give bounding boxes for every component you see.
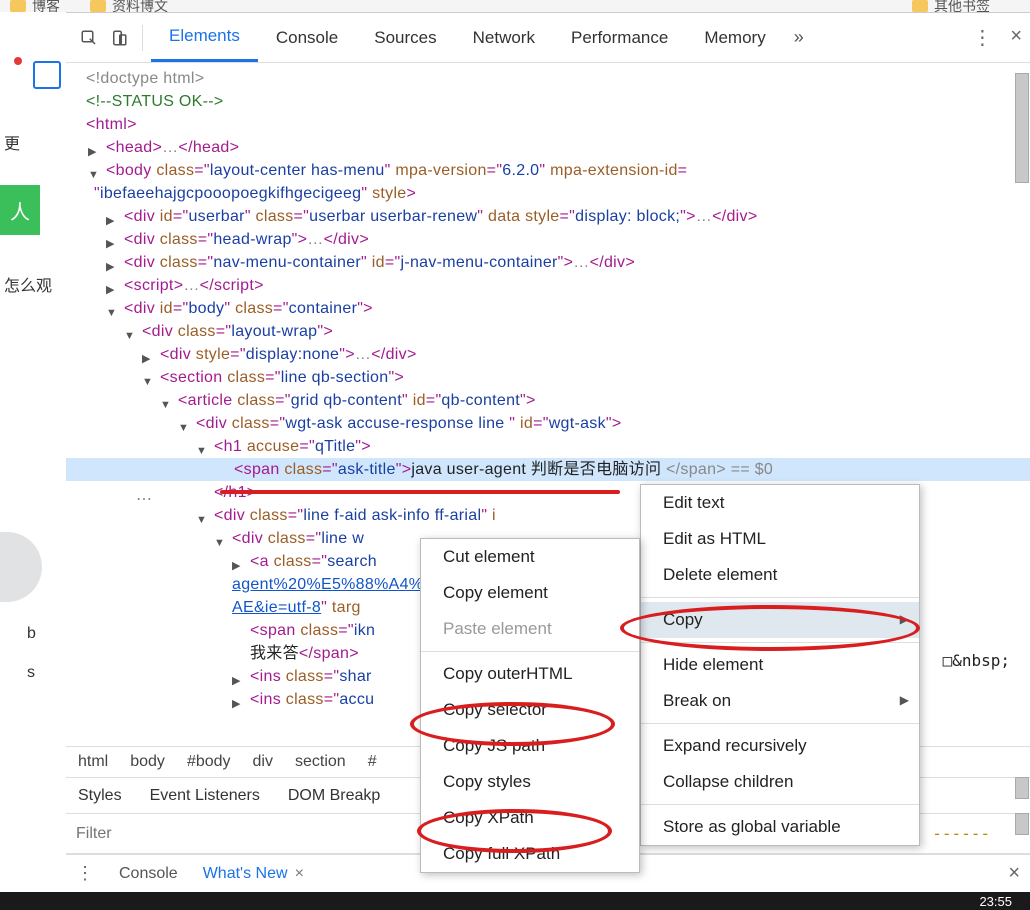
drawer-tab-console[interactable]: Console <box>119 865 178 883</box>
crumb[interactable]: section <box>295 753 346 771</box>
selection-box <box>33 61 61 89</box>
scrollbar-thumb[interactable] <box>1015 73 1029 183</box>
selected-node[interactable]: <span class="ask-title">java user-agent … <box>66 458 1030 481</box>
tab-console[interactable]: Console <box>258 13 356 62</box>
menu-copy-selector[interactable]: Copy selector <box>421 692 639 728</box>
close-icon[interactable]: × <box>295 865 304 883</box>
menu-copy[interactable]: Copy▶ <box>641 602 919 638</box>
tab-sources[interactable]: Sources <box>356 13 454 62</box>
menu-copy-xpath[interactable]: Copy XPath <box>421 800 639 836</box>
menu-copy-element[interactable]: Copy element <box>421 575 639 611</box>
context-submenu-copy: Cut element Copy element Paste element C… <box>420 538 640 873</box>
close-icon[interactable]: × <box>1008 862 1020 885</box>
crumb[interactable]: body <box>130 753 165 771</box>
menu-expand-recursively[interactable]: Expand recursively <box>641 728 919 764</box>
devtools-toolbar: Elements Console Sources Network Perform… <box>66 13 1030 63</box>
menu-break-on[interactable]: Break on▶ <box>641 683 919 719</box>
menu-paste-element: Paste element <box>421 611 639 647</box>
tab-network[interactable]: Network <box>455 13 553 62</box>
tabs-overflow-icon[interactable]: » <box>794 27 804 48</box>
tab-elements[interactable]: Elements <box>151 13 258 62</box>
page-left-fragment: 更 人 怎么观 b s <box>0 12 66 892</box>
subtab-dom-breakpoints[interactable]: DOM Breakp <box>288 787 380 805</box>
toggle-icon[interactable]: ▶ <box>232 693 241 716</box>
menu-copy-full-xpath[interactable]: Copy full XPath <box>421 836 639 872</box>
kebab-icon[interactable]: ⋮ <box>972 25 992 50</box>
page-text: b <box>27 625 36 643</box>
close-icon[interactable]: × <box>1010 25 1022 50</box>
inspect-icon[interactable] <box>74 23 104 53</box>
drawer-tab-whatsnew[interactable]: What's New <box>203 865 288 883</box>
tab-memory[interactable]: Memory <box>686 13 783 62</box>
subtab-styles[interactable]: Styles <box>78 787 122 805</box>
comment: <!--STATUS OK--> <box>86 93 224 110</box>
notification-badge <box>14 57 22 65</box>
menu-hide-element[interactable]: Hide element <box>641 647 919 683</box>
clock: 23:55 <box>979 894 1012 909</box>
chevron-right-icon: ▶ <box>900 693 909 707</box>
menu-collapse-children[interactable]: Collapse children <box>641 764 919 800</box>
crumb[interactable]: div <box>253 753 273 771</box>
folder-icon <box>912 0 928 12</box>
taskbar: 23:55 <box>0 892 1030 910</box>
page-text: s <box>27 664 35 682</box>
menu-edit-text[interactable]: Edit text <box>641 485 919 521</box>
device-toggle-icon[interactable] <box>104 23 134 53</box>
folder-icon <box>90 0 106 12</box>
menu-delete-element[interactable]: Delete element <box>641 557 919 593</box>
doctype: <!doctype html> <box>86 70 204 87</box>
menu-copy-js-path[interactable]: Copy JS path <box>421 728 639 764</box>
styles-filter-input[interactable] <box>76 825 276 843</box>
ellipsis-icon: ⋯ <box>136 489 152 509</box>
chevron-right-icon: ▶ <box>900 612 909 626</box>
page-text: 更 <box>4 130 20 154</box>
menu-store-global[interactable]: Store as global variable <box>641 809 919 845</box>
style-dash: ------ <box>932 824 990 843</box>
nbsp-text: □&nbsp; <box>943 651 1010 670</box>
scrollbar-thumb[interactable] <box>1015 813 1029 835</box>
folder-icon <box>10 0 26 12</box>
gray-shape <box>0 532 42 602</box>
scrollbar-thumb[interactable] <box>1015 777 1029 799</box>
page-text: 怎么观 <box>4 272 52 296</box>
kebab-icon[interactable]: ⋮ <box>76 863 94 884</box>
crumb[interactable]: #body <box>187 753 231 771</box>
crumb[interactable]: html <box>78 753 108 771</box>
menu-cut-element[interactable]: Cut element <box>421 539 639 575</box>
menu-copy-outerhtml[interactable]: Copy outerHTML <box>421 656 639 692</box>
tab-performance[interactable]: Performance <box>553 13 686 62</box>
annotation-underline <box>220 490 620 494</box>
menu-copy-styles[interactable]: Copy styles <box>421 764 639 800</box>
green-widget: 人 <box>0 185 40 235</box>
context-menu: Edit text Edit as HTML Delete element Co… <box>640 484 920 846</box>
crumb[interactable]: # <box>368 753 377 771</box>
menu-edit-html[interactable]: Edit as HTML <box>641 521 919 557</box>
subtab-event-listeners[interactable]: Event Listeners <box>150 787 260 805</box>
